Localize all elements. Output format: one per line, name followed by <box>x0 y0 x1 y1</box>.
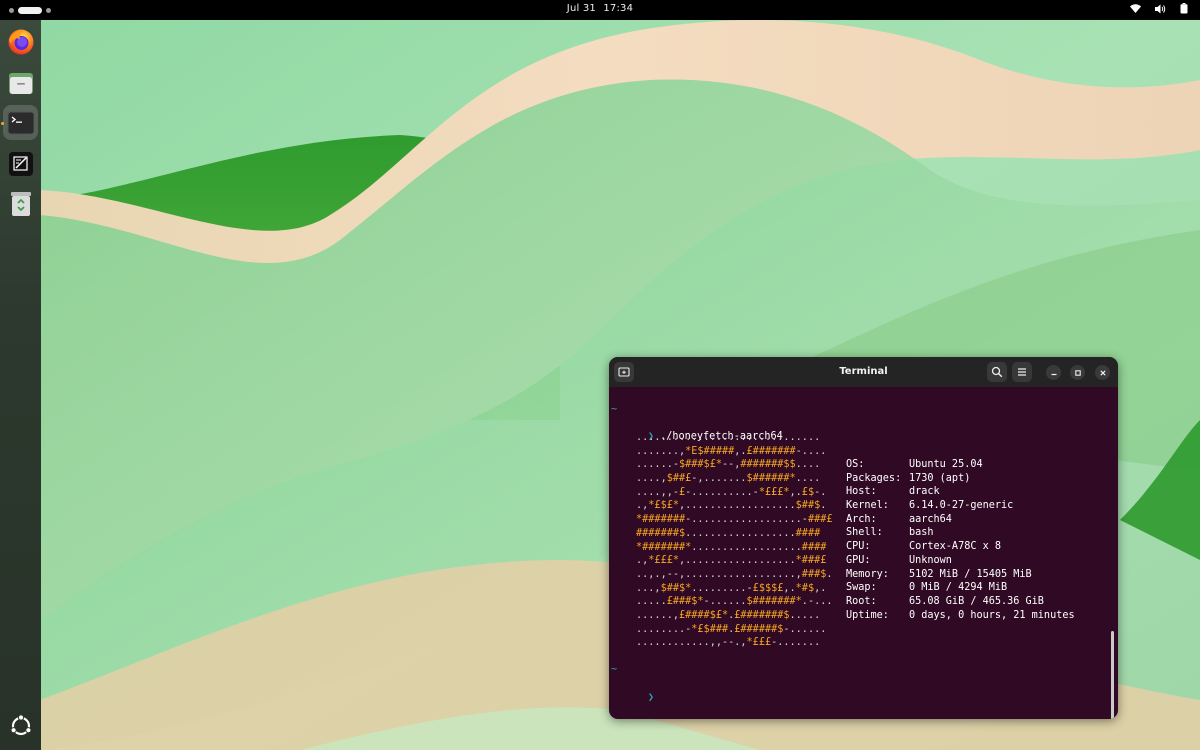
cwd-tilde: ~ <box>611 664 618 675</box>
ascii-logo-line: ...,$##$*.........-£$$$£,.*#$,. <box>636 582 827 594</box>
dock-item-files[interactable] <box>3 65 38 100</box>
info-row: Memory: 5102 MiB / 15405 MiB <box>846 568 1075 582</box>
maximize-button[interactable] <box>1070 365 1085 380</box>
files-icon <box>8 72 33 94</box>
info-key: Shell: <box>846 527 883 539</box>
ascii-logo: .............................. .......,*E… <box>636 431 833 650</box>
info-value: aarch64 <box>909 513 952 525</box>
ubuntu-logo-icon <box>10 713 31 735</box>
top-bar: Jul 31 17:34 <box>0 0 1200 20</box>
minimize-icon <box>1051 373 1056 375</box>
info-value: 0 MiB / 4294 MiB <box>909 582 1008 594</box>
text-editor-icon <box>8 151 33 176</box>
info-key: Swap: <box>846 582 877 594</box>
info-key: Uptime: <box>846 609 889 621</box>
prompt-symbol: ❯ <box>647 691 654 703</box>
dock-item-terminal[interactable] <box>3 105 38 140</box>
menu-button[interactable] <box>1012 362 1032 382</box>
close-icon <box>1099 369 1106 376</box>
info-value: bash <box>909 527 934 539</box>
dock <box>0 20 41 750</box>
ascii-logo-line: ....,$##£-,.......$######*.... <box>636 473 821 485</box>
info-row: Packages: 1730 (apt) <box>846 472 1075 486</box>
info-key: Root: <box>846 595 877 607</box>
terminal-scrollbar[interactable] <box>1111 631 1114 719</box>
info-value: 1730 (apt) <box>909 472 971 484</box>
info-row: CPU: Cortex-A78C x 8 <box>846 540 1075 554</box>
date-time[interactable]: Jul 31 17:34 <box>0 3 1200 14</box>
info-key: Host: <box>846 486 877 498</box>
info-key: CPU: <box>846 541 871 553</box>
terminal-icon <box>7 111 34 134</box>
info-value: Ubuntu 25.04 <box>909 459 983 470</box>
info-row: Uptime: 0 days, 0 hours, 21 minutes <box>846 609 1075 623</box>
ascii-logo-line: *#######*..................#### <box>636 541 827 553</box>
info-row: Shell: bash <box>846 526 1075 540</box>
info-value: 0 days, 0 hours, 21 minutes <box>909 609 1075 621</box>
battery-icon <box>1180 3 1188 14</box>
minimize-button[interactable] <box>1046 365 1061 380</box>
ascii-logo-line: .....£###$*-......$#######*.-... <box>636 596 833 608</box>
window-title: Terminal <box>839 366 888 377</box>
trash-icon <box>10 191 31 216</box>
dock-item-firefox[interactable] <box>3 24 38 59</box>
system-tray[interactable] <box>1130 3 1188 14</box>
info-row: Root: 65.08 GiB / 465.36 GiB <box>846 595 1075 609</box>
ascii-logo-line: #######$..................#### <box>636 527 821 539</box>
info-key: Memory: <box>846 568 889 580</box>
maximize-icon <box>1074 369 1081 376</box>
ascii-logo-line: .............................. <box>636 432 821 443</box>
info-value: drack <box>909 486 940 498</box>
system-info: OS: Ubuntu 25.04 Packages: 1730 (apt) Host: d… <box>846 458 1075 622</box>
ascii-logo-line: .,*£$£*,..................$##$. <box>636 500 827 512</box>
info-row: Arch: aarch64 <box>846 513 1075 527</box>
ascii-logo-line: ......,£####$£*.£#######$..... <box>636 609 821 621</box>
ascii-logo-line: .,*£££*,..................*###£ <box>636 555 827 567</box>
dock-item-text-editor[interactable] <box>3 146 38 181</box>
info-value: Unknown <box>909 554 952 566</box>
info-row: Swap: 0 MiB / 4294 MiB <box>846 581 1075 595</box>
search-icon <box>991 366 1003 378</box>
firefox-icon <box>8 29 33 54</box>
info-value: 5102 MiB / 15405 MiB <box>909 568 1032 580</box>
date-label: Jul 31 <box>566 3 596 14</box>
info-key: Packages: <box>846 472 902 484</box>
info-key: Kernel: <box>846 500 889 512</box>
info-row: OS: Ubuntu 25.04 <box>846 458 1075 472</box>
info-row: Kernel: 6.14.0-27-generic <box>846 499 1075 513</box>
current-prompt-line[interactable]: ❯ <box>611 677 654 703</box>
search-button[interactable] <box>987 362 1007 382</box>
wifi-icon <box>1130 4 1141 13</box>
terminal-output[interactable]: ~ ❯ ./honeyfetch-aarch64 ...............… <box>609 387 1118 719</box>
show-apps-button[interactable] <box>3 708 38 743</box>
ascii-logo-line: ......-$###$£*--,#######$$.... <box>636 459 821 471</box>
close-button[interactable] <box>1095 365 1110 380</box>
speaker-icon <box>1155 4 1166 14</box>
command-line: ❯ ./honeyfetch-aarch64 <box>611 416 783 442</box>
info-key: Arch: <box>846 513 877 525</box>
info-row: Host: drack <box>846 485 1075 499</box>
info-key: OS: <box>846 459 865 470</box>
hamburger-menu-icon <box>1018 368 1026 376</box>
dock-item-trash[interactable] <box>3 186 38 221</box>
ascii-logo-line: ....,,-£-..........-*£££*,.£$-. <box>636 486 827 498</box>
info-row: GPU: Unknown <box>846 554 1075 568</box>
ascii-logo-line: *#######-..................-###£ <box>636 514 833 526</box>
time-label: 17:34 <box>603 3 634 14</box>
ascii-logo-line: .......,*E$#####,.£#######-.... <box>636 445 827 457</box>
ascii-logo-line: ..,.,--,..................,###$. <box>636 568 833 580</box>
info-value: 65.08 GiB / 465.36 GiB <box>909 595 1044 607</box>
ascii-logo-line: ............,,--.,*£££-....... <box>636 637 821 649</box>
cwd-tilde: ~ <box>611 404 618 415</box>
info-value: 6.14.0-27-generic <box>909 500 1014 512</box>
info-value: Cortex-A78C x 8 <box>909 541 1002 553</box>
terminal-titlebar[interactable]: Terminal <box>609 357 1118 387</box>
terminal-window[interactable]: Terminal ~ ❯ ./honeyfetch-aarch64 ......… <box>609 357 1118 719</box>
ascii-logo-line: ........-*£$###.£######$-...... <box>636 623 827 635</box>
info-key: GPU: <box>846 554 871 566</box>
